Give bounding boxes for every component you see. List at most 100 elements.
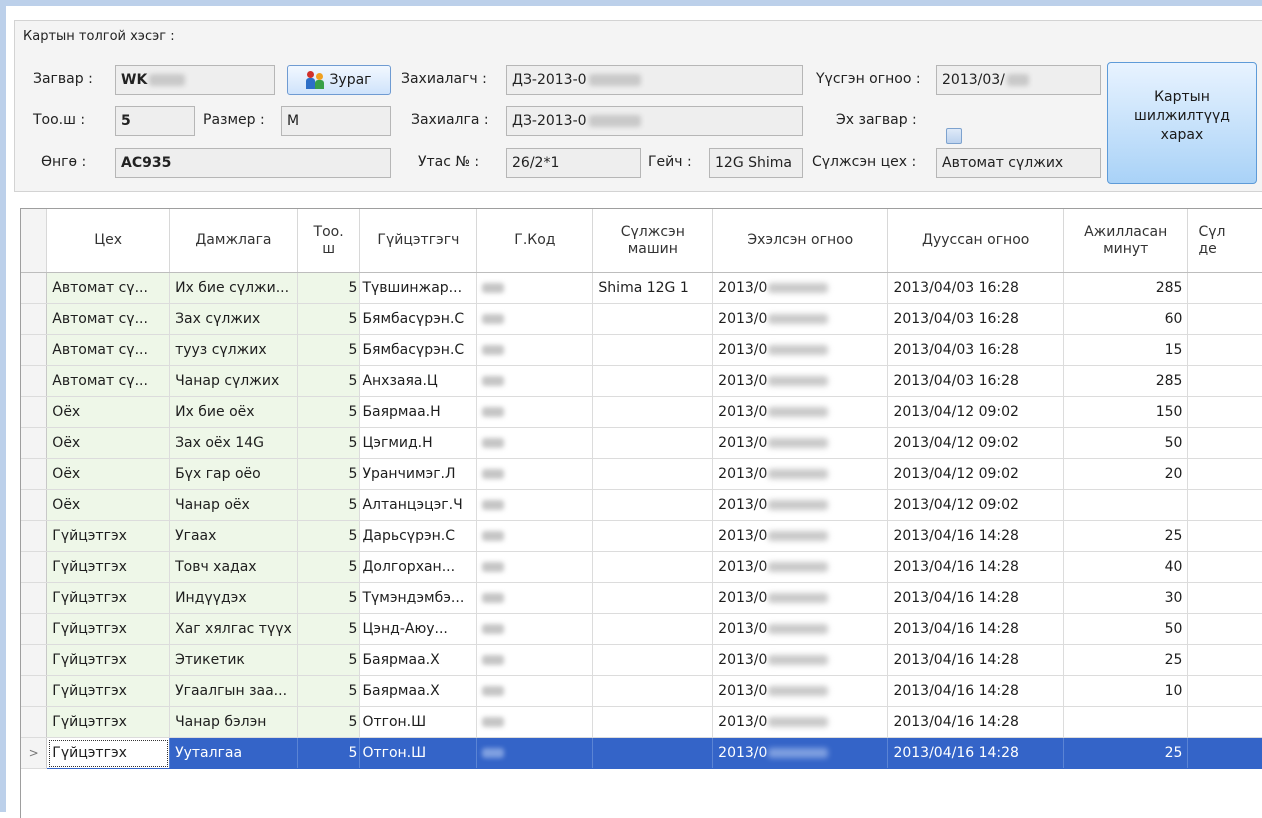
cell-end-date[interactable]: 2013/04/03 16:28	[887, 365, 1064, 397]
cell-shop[interactable]: Гүйцэтгэх	[46, 551, 171, 583]
cell-start-date[interactable]: 2013/0	[712, 582, 889, 614]
cell-machine[interactable]: Shima 12G 1	[592, 272, 714, 304]
column-header[interactable]: Дууссан огноо	[887, 209, 1064, 273]
cell-shop[interactable]: Гүйцэтгэх	[46, 644, 171, 676]
cell-start-date[interactable]: 2013/0	[712, 489, 889, 521]
cell-stage[interactable]: Угаалгын заа...	[169, 675, 298, 707]
cell-extra[interactable]	[1187, 706, 1262, 738]
cell-stage[interactable]: Товч хадах	[169, 551, 298, 583]
cell-machine[interactable]	[592, 396, 714, 428]
cell-minutes[interactable]	[1063, 706, 1189, 738]
cell-worker[interactable]: Уранчимэг.Л	[359, 458, 478, 490]
cell-extra[interactable]	[1187, 272, 1262, 304]
cell-worker[interactable]: Алтанцэцэг.Ч	[359, 489, 478, 521]
cell-stage[interactable]: Чанар бэлэн	[169, 706, 298, 738]
table-row[interactable]: Гүйцэтгэх Индүүдэх 5 Түмэндэмбэ... 2013/0 201…	[21, 582, 1262, 614]
column-header[interactable]: Ажилласан минут	[1063, 209, 1189, 273]
table-row[interactable]: Гүйцэтгэх Товч хадах 5 Долгорхан... 2013/0 20…	[21, 551, 1262, 583]
cell-stage[interactable]: Этикетик	[169, 644, 298, 676]
cell-end-date[interactable]: 2013/04/03 16:28	[887, 303, 1064, 335]
cell-extra[interactable]	[1187, 334, 1262, 366]
cell-worker-code[interactable]	[476, 303, 594, 335]
cell-start-date[interactable]: 2013/0	[712, 551, 889, 583]
cell-minutes[interactable]: 25	[1063, 737, 1189, 769]
cell-minutes[interactable]: 150	[1063, 396, 1189, 428]
cell-qty[interactable]: 5	[297, 427, 361, 459]
cell-worker-code[interactable]	[476, 644, 594, 676]
cell-stage[interactable]: Бүх гар оёо	[169, 458, 298, 490]
cell-end-date[interactable]: 2013/04/03 16:28	[887, 272, 1064, 304]
cell-start-date[interactable]: 2013/0	[712, 272, 889, 304]
cell-worker-code[interactable]	[476, 458, 594, 490]
cell-qty[interactable]: 5	[297, 737, 361, 769]
row-header[interactable]	[21, 334, 48, 366]
cell-worker-code[interactable]	[476, 520, 594, 552]
row-header[interactable]	[21, 675, 48, 707]
cell-worker-code[interactable]	[476, 706, 594, 738]
cell-machine[interactable]	[592, 675, 714, 707]
cell-qty[interactable]: 5	[297, 334, 361, 366]
cell-qty[interactable]: 5	[297, 551, 361, 583]
cell-end-date[interactable]: 2013/04/03 16:28	[887, 334, 1064, 366]
column-header[interactable]: Сүлжсэн машин	[592, 209, 714, 273]
cell-minutes[interactable]: 15	[1063, 334, 1189, 366]
cell-start-date[interactable]: 2013/0	[712, 396, 889, 428]
cell-shop[interactable]: Оёх	[46, 427, 171, 459]
operations-grid[interactable]: Цех Дамжлага Тоо. ш Гүйцэтгэгч Г.Код Сүлжсэн ма…	[20, 208, 1262, 818]
cell-qty[interactable]: 5	[297, 582, 361, 614]
cell-minutes[interactable]: 50	[1063, 613, 1189, 645]
image-button[interactable]: Зураг	[287, 65, 391, 95]
cell-end-date[interactable]: 2013/04/16 14:28	[887, 675, 1064, 707]
cell-end-date[interactable]: 2013/04/16 14:28	[887, 520, 1064, 552]
cell-worker-code[interactable]	[476, 675, 594, 707]
cell-start-date[interactable]: 2013/0	[712, 644, 889, 676]
row-header[interactable]	[21, 489, 48, 521]
cell-minutes[interactable]: 40	[1063, 551, 1189, 583]
cell-start-date[interactable]: 2013/0	[712, 675, 889, 707]
cell-end-date[interactable]: 2013/04/16 14:28	[887, 551, 1064, 583]
cell-worker[interactable]: Цэнд-Аюу...	[359, 613, 478, 645]
cell-end-date[interactable]: 2013/04/16 14:28	[887, 613, 1064, 645]
cell-machine[interactable]	[592, 365, 714, 397]
color-field[interactable]: AC935	[115, 148, 391, 178]
cell-shop[interactable]: Гүйцэтгэх	[46, 675, 171, 707]
cell-stage[interactable]: тууз сүлжих	[169, 334, 298, 366]
cell-worker-code[interactable]	[476, 551, 594, 583]
cell-stage[interactable]: Чанар сүлжих	[169, 365, 298, 397]
cell-minutes[interactable]: 30	[1063, 582, 1189, 614]
cell-machine[interactable]	[592, 427, 714, 459]
table-row[interactable]: Автомат сү... тууз сүлжих 5 Бямбасүрэн.С 201…	[21, 334, 1262, 366]
cell-machine[interactable]	[592, 520, 714, 552]
row-header[interactable]	[21, 613, 48, 645]
cell-worker-code[interactable]	[476, 737, 594, 769]
row-header[interactable]	[21, 427, 48, 459]
cell-shop[interactable]: Гүйцэтгэх	[46, 706, 171, 738]
cell-end-date[interactable]: 2013/04/12 09:02	[887, 489, 1064, 521]
cell-extra[interactable]	[1187, 551, 1262, 583]
cell-machine[interactable]	[592, 706, 714, 738]
cell-qty[interactable]: 5	[297, 613, 361, 645]
cell-qty[interactable]: 5	[297, 489, 361, 521]
gauge-field[interactable]: 12G Shima	[709, 148, 803, 178]
column-header[interactable]: Гүйцэтгэгч	[359, 209, 478, 273]
column-header[interactable]: Г.Код	[476, 209, 594, 273]
row-header[interactable]	[21, 551, 48, 583]
cell-machine[interactable]	[592, 644, 714, 676]
cell-machine[interactable]	[592, 551, 714, 583]
row-header[interactable]	[21, 272, 48, 304]
cell-worker[interactable]: Цэгмид.Н	[359, 427, 478, 459]
cell-extra[interactable]	[1187, 582, 1262, 614]
cell-shop[interactable]: Оёх	[46, 396, 171, 428]
cell-worker[interactable]: Анхзаяа.Ц	[359, 365, 478, 397]
cell-worker-code[interactable]	[476, 489, 594, 521]
cell-extra[interactable]	[1187, 520, 1262, 552]
cell-end-date[interactable]: 2013/04/16 14:28	[887, 582, 1064, 614]
cell-worker[interactable]: Бямбасүрэн.С	[359, 303, 478, 335]
cell-worker-code[interactable]	[476, 613, 594, 645]
size-field[interactable]: M	[281, 106, 391, 136]
table-row[interactable]: Оёх Зах оёх 14G 5 Цэгмид.Н 2013/0 2013/04/12 …	[21, 427, 1262, 459]
thread-field[interactable]: 26/2*1	[506, 148, 641, 178]
table-row[interactable]: Гүйцэтгэх Этикетик 5 Баярмаа.Х 2013/0 2013/04…	[21, 644, 1262, 676]
cell-stage[interactable]: Их бие сүлжи...	[169, 272, 298, 304]
qty-field[interactable]: 5	[115, 106, 195, 136]
